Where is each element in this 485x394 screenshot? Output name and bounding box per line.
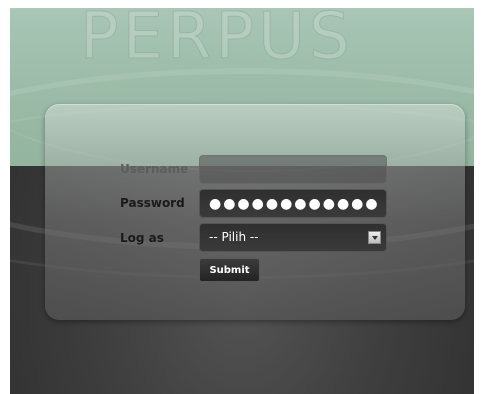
watermark-text: PERPUS — [80, 8, 354, 75]
password-input[interactable]: ●●●●●●●●●●●● — [199, 189, 387, 218]
log-as-select[interactable]: -- Pilih -- — [199, 223, 387, 252]
username-label: Username — [120, 162, 189, 176]
login-page: PERPUS Username Password ●●●●●●●●●●●● Lo… — [10, 8, 474, 394]
dropdown-arrow-icon[interactable] — [368, 231, 381, 244]
username-input[interactable] — [199, 155, 387, 184]
submit-button[interactable]: Submit — [199, 258, 260, 282]
log-as-selected-value: -- Pilih -- — [209, 230, 259, 244]
login-panel: Username Password ●●●●●●●●●●●● Log as --… — [45, 104, 465, 320]
log-as-label: Log as — [120, 231, 164, 245]
password-label: Password — [120, 196, 185, 210]
